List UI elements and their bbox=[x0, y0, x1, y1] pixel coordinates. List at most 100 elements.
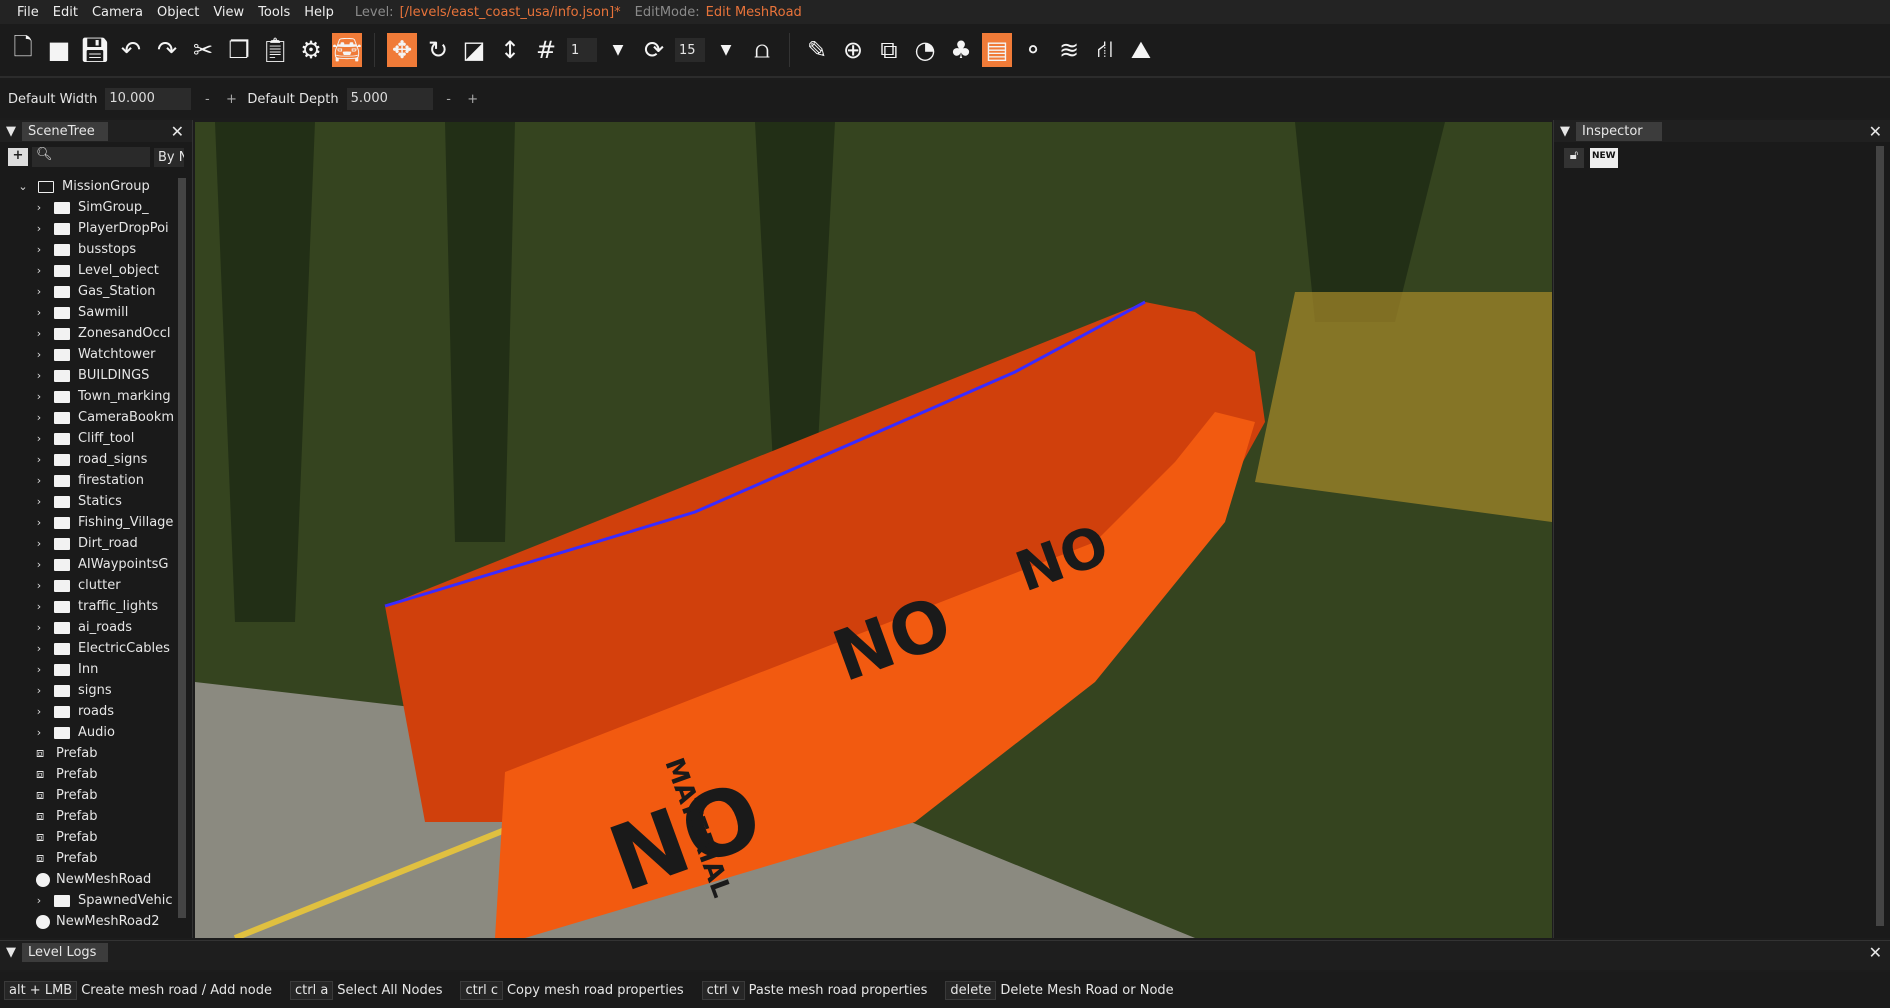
chevron-right-icon[interactable]: › bbox=[32, 663, 46, 676]
camera-path-icon[interactable]: ⧉ bbox=[874, 33, 904, 67]
inspector-tab[interactable]: Inspector bbox=[1576, 121, 1662, 141]
copy-icon[interactable]: ❐ bbox=[224, 33, 254, 67]
chevron-right-icon[interactable]: › bbox=[32, 684, 46, 697]
scrollbar[interactable] bbox=[1876, 146, 1884, 926]
tree-item[interactable]: › Dirt_road bbox=[16, 533, 192, 554]
chevron-right-icon[interactable]: › bbox=[32, 432, 46, 445]
tree-item[interactable]: › ElectricCables bbox=[16, 638, 192, 659]
close-icon[interactable]: ✕ bbox=[171, 122, 184, 141]
tree-item[interactable]: ⧈ Prefab bbox=[16, 764, 192, 785]
chevron-right-icon[interactable]: › bbox=[32, 537, 46, 550]
paste-icon[interactable]: 📋︎ bbox=[260, 33, 290, 67]
redo-icon[interactable]: ↷ bbox=[152, 33, 182, 67]
filter-dropdown[interactable]: By N bbox=[154, 147, 184, 167]
tree-item[interactable]: › PlayerDropPoi bbox=[16, 218, 192, 239]
tree-item[interactable]: › clutter bbox=[16, 575, 192, 596]
undo-icon[interactable]: ↶ bbox=[116, 33, 146, 67]
tree-item[interactable]: › Cliff_tool bbox=[16, 428, 192, 449]
menu-tools[interactable]: Tools bbox=[251, 5, 297, 20]
chevron-right-icon[interactable]: › bbox=[32, 705, 46, 718]
depth-increment-button[interactable]: + bbox=[465, 92, 481, 107]
chevron-right-icon[interactable]: › bbox=[32, 600, 46, 613]
tree-item[interactable]: › Town_marking bbox=[16, 386, 192, 407]
chevron-right-icon[interactable]: › bbox=[32, 474, 46, 487]
add-group-icon[interactable]: + bbox=[8, 148, 28, 166]
chevron-right-icon[interactable]: › bbox=[32, 453, 46, 466]
chevron-right-icon[interactable]: › bbox=[32, 327, 46, 340]
tree-item[interactable]: › busstops bbox=[16, 239, 192, 260]
search-input[interactable]: 🔍︎ bbox=[32, 147, 150, 167]
tree-item[interactable]: › Watchtower bbox=[16, 344, 192, 365]
menu-file[interactable]: File bbox=[10, 5, 46, 20]
tree-item[interactable]: ⧈ Prefab bbox=[16, 848, 192, 869]
pencil-icon[interactable]: ✎ bbox=[802, 33, 832, 67]
menu-help[interactable]: Help bbox=[297, 5, 341, 20]
tree-item[interactable]: › BUILDINGS bbox=[16, 365, 192, 386]
new-file-icon[interactable]: 🗋 bbox=[8, 33, 38, 67]
close-icon[interactable]: ✕ bbox=[1869, 122, 1882, 141]
terrain-snap-icon[interactable]: ⩍ bbox=[747, 33, 777, 67]
chevron-right-icon[interactable]: › bbox=[32, 558, 46, 571]
tree-item[interactable]: NewMeshRoad2 bbox=[16, 911, 192, 932]
chevron-right-icon[interactable]: › bbox=[32, 621, 46, 634]
close-icon[interactable]: ✕ bbox=[1869, 943, 1882, 962]
chevron-right-icon[interactable]: › bbox=[32, 390, 46, 403]
scrollbar[interactable] bbox=[178, 178, 186, 918]
chevron-right-icon[interactable]: › bbox=[32, 516, 46, 529]
shape-icon[interactable]: ⚬ bbox=[1018, 33, 1048, 67]
chevron-right-icon[interactable]: › bbox=[32, 411, 46, 424]
tree-item[interactable]: ⧈ Prefab bbox=[16, 827, 192, 848]
translate-icon[interactable]: ✥ bbox=[387, 33, 417, 67]
chevron-right-icon[interactable]: › bbox=[32, 306, 46, 319]
chevron-right-icon[interactable]: › bbox=[32, 285, 46, 298]
rotate-icon[interactable]: ↻ bbox=[423, 33, 453, 67]
rotate-snap-icon[interactable]: ⟳ bbox=[639, 33, 669, 67]
tree-item[interactable]: NewMeshRoad bbox=[16, 869, 192, 890]
tree-item[interactable]: › ZonesandOccl bbox=[16, 323, 192, 344]
tree-item[interactable]: ⧈ Prefab bbox=[16, 785, 192, 806]
chevron-right-icon[interactable]: › bbox=[32, 369, 46, 382]
collapse-icon[interactable]: ▼ bbox=[6, 945, 16, 960]
tree-item[interactable]: ⧈ Prefab bbox=[16, 743, 192, 764]
tree-item[interactable]: › CameraBookm bbox=[16, 407, 192, 428]
tree-item[interactable]: › Statics bbox=[16, 491, 192, 512]
grid-snap-value[interactable]: 1 bbox=[567, 38, 597, 62]
scale-icon[interactable]: ◪ bbox=[459, 33, 489, 67]
width-decrement-button[interactable]: - bbox=[199, 92, 215, 107]
width-increment-button[interactable]: + bbox=[223, 92, 239, 107]
3d-viewport[interactable]: NO MATERIAL NO NO bbox=[195, 122, 1552, 938]
tree-item[interactable]: ⧈ Prefab bbox=[16, 806, 192, 827]
chevron-right-icon[interactable]: › bbox=[32, 495, 46, 508]
save-icon[interactable]: 💾︎ bbox=[80, 33, 110, 67]
tree-item[interactable]: › SimGroup_ bbox=[16, 197, 192, 218]
level-logs-tab[interactable]: Level Logs bbox=[22, 942, 108, 962]
chevron-right-icon[interactable]: › bbox=[32, 264, 46, 277]
add-circle-icon[interactable]: ⊕ bbox=[838, 33, 868, 67]
chevron-right-icon[interactable]: › bbox=[32, 894, 46, 907]
tree-item[interactable]: › Audio bbox=[16, 722, 192, 743]
default-width-input[interactable]: 10.000 bbox=[105, 88, 192, 110]
depth-decrement-button[interactable]: - bbox=[441, 92, 457, 107]
menu-view[interactable]: View bbox=[206, 5, 251, 20]
settings-gear-icon[interactable]: ⚙ bbox=[296, 33, 326, 67]
mesh-road-icon[interactable]: ▤ bbox=[982, 33, 1012, 67]
chevron-right-icon[interactable]: › bbox=[32, 243, 46, 256]
collapse-icon[interactable]: ▼ bbox=[1560, 124, 1570, 139]
open-folder-icon[interactable]: ■ bbox=[44, 33, 74, 67]
collapse-icon[interactable]: ▼ bbox=[6, 124, 16, 139]
new-button[interactable]: NEW bbox=[1590, 148, 1618, 168]
tree-item[interactable]: › firestation bbox=[16, 470, 192, 491]
chevron-right-icon[interactable]: › bbox=[32, 579, 46, 592]
scene-tree-tab[interactable]: SceneTree bbox=[22, 121, 108, 141]
world-axis-icon[interactable]: ↕ bbox=[495, 33, 525, 67]
chevron-right-icon[interactable]: › bbox=[32, 201, 46, 214]
tree-item[interactable]: › roads bbox=[16, 701, 192, 722]
menu-edit[interactable]: Edit bbox=[46, 5, 85, 20]
snap-dropdown-icon[interactable]: ▼ bbox=[603, 33, 633, 67]
tree-item[interactable]: › Inn bbox=[16, 659, 192, 680]
road-icon[interactable]: ⛙ bbox=[1090, 33, 1120, 67]
lock-icon[interactable]: 🔓︎ bbox=[1564, 148, 1584, 168]
rotate-snap-dropdown-icon[interactable]: ▼ bbox=[711, 33, 741, 67]
chevron-down-icon[interactable]: ⌄ bbox=[16, 180, 30, 193]
chevron-right-icon[interactable]: › bbox=[32, 642, 46, 655]
